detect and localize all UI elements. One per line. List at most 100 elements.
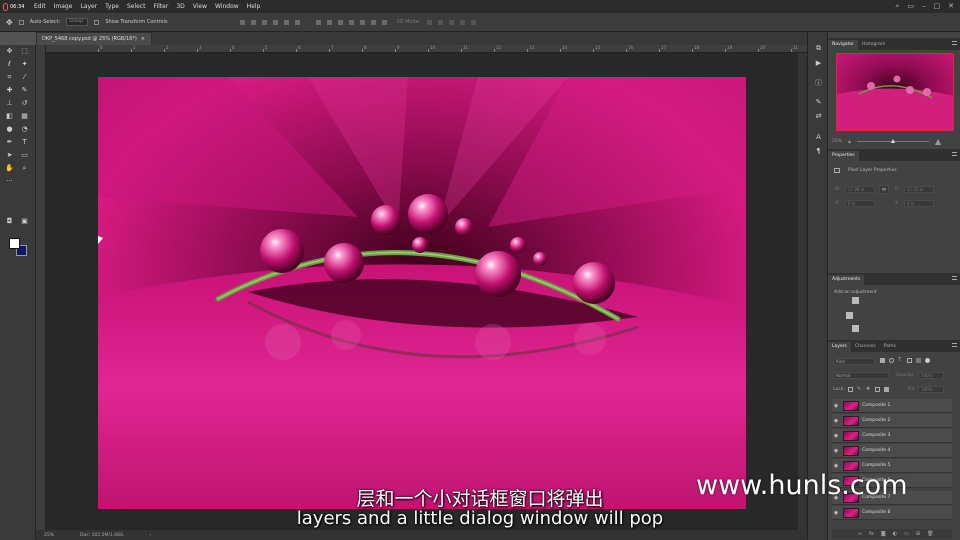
- magic-wand-tool-icon[interactable]: ✦: [20, 60, 29, 69]
- panel-menu-icon[interactable]: [952, 41, 957, 45]
- auto-align-icon[interactable]: [381, 19, 387, 25]
- distribute-bottom-icon[interactable]: [337, 19, 343, 25]
- slide-3d-icon[interactable]: [459, 19, 465, 25]
- align-bottom-icon[interactable]: [261, 19, 267, 25]
- lock-artboard-icon[interactable]: [875, 387, 880, 392]
- distribute-top-icon[interactable]: [315, 19, 321, 25]
- search-icon[interactable]: ⌕: [895, 2, 899, 11]
- path-selection-tool-icon[interactable]: ➤: [5, 151, 14, 160]
- link-icon[interactable]: ∞: [879, 185, 889, 194]
- shape-tool-icon[interactable]: ▭: [20, 151, 29, 160]
- character-panel-icon[interactable]: A: [814, 133, 823, 142]
- document-tab[interactable]: DKP_5468 copy.psd @ 25% (RGB/16*) ×: [36, 32, 152, 45]
- status-arrow-icon[interactable]: ›: [149, 533, 151, 538]
- paragraph-panel-icon[interactable]: ¶: [814, 147, 823, 156]
- foreground-color-swatch[interactable]: [9, 238, 20, 249]
- add-mask-icon[interactable]: ◙: [881, 531, 886, 537]
- tab-histogram[interactable]: Histogram: [858, 40, 889, 50]
- quick-mask-icon[interactable]: ◘: [5, 217, 14, 226]
- layer-row[interactable]: ◉ Composite 2: [832, 414, 952, 428]
- brush-presets-icon[interactable]: ⇄: [814, 112, 823, 121]
- fx-icon[interactable]: fx: [869, 531, 874, 537]
- filter-pixel-icon[interactable]: [880, 358, 885, 363]
- eye-icon[interactable]: ◉: [832, 403, 840, 409]
- tab-properties[interactable]: Properties: [828, 151, 859, 161]
- tab-channels[interactable]: Channels: [851, 342, 880, 352]
- history-brush-tool-icon[interactable]: ↺: [20, 99, 29, 108]
- new-adjustment-icon[interactable]: ◐: [893, 531, 897, 537]
- navigator-zoom-slider[interactable]: [857, 138, 930, 143]
- document-canvas[interactable]: [98, 77, 746, 509]
- menu-layer[interactable]: Layer: [76, 0, 101, 13]
- y-field[interactable]: 0 in: [904, 200, 934, 207]
- layer-filter-kind[interactable]: Kind: [833, 358, 875, 365]
- workspace-icon[interactable]: ▭: [907, 2, 914, 11]
- eye-icon[interactable]: ◉: [832, 433, 840, 439]
- eyedropper-tool-icon[interactable]: ⁄: [20, 73, 29, 82]
- panel-menu-icon[interactable]: [952, 276, 957, 280]
- menu-3d[interactable]: 3D: [172, 0, 188, 13]
- lock-all-icon[interactable]: [884, 387, 889, 392]
- layer-row[interactable]: ◉ Composite 1: [832, 399, 952, 413]
- clone-stamp-tool-icon[interactable]: ⊥: [5, 99, 14, 108]
- menu-type[interactable]: Type: [101, 0, 123, 13]
- link-layers-icon[interactable]: ∞: [858, 531, 862, 537]
- delete-layer-icon[interactable]: 🗑: [927, 531, 933, 537]
- orbit-3d-icon[interactable]: [426, 19, 432, 25]
- brush-panel-icon[interactable]: ✎: [814, 98, 823, 107]
- gradient-tool-icon[interactable]: ▦: [20, 112, 29, 121]
- zoom-level[interactable]: 25%: [44, 533, 54, 538]
- opacity-field[interactable]: 100%: [918, 372, 944, 379]
- drag-3d-icon[interactable]: [448, 19, 454, 25]
- menu-help[interactable]: Help: [243, 0, 265, 13]
- distribute-left-icon[interactable]: [348, 19, 354, 25]
- lock-position-icon[interactable]: ✥: [866, 387, 871, 392]
- menu-image[interactable]: Image: [50, 0, 77, 13]
- tab-paths[interactable]: Paths: [880, 342, 900, 352]
- hand-tool-icon[interactable]: ✋: [5, 164, 14, 173]
- distribute-hcenter-icon[interactable]: [359, 19, 365, 25]
- auto-select-dropdown[interactable]: Group: [66, 18, 89, 26]
- filter-adjustment-icon[interactable]: [889, 358, 894, 363]
- menu-edit[interactable]: Edit: [30, 0, 50, 13]
- roll-3d-icon[interactable]: [437, 19, 443, 25]
- canvas-scrollbar[interactable]: [798, 53, 807, 530]
- lasso-tool-icon[interactable]: ℓ: [5, 60, 14, 69]
- navigator-zoom-value[interactable]: 25%: [832, 139, 842, 144]
- tab-adjustments[interactable]: Adjustments: [828, 275, 865, 285]
- ps-logo[interactable]: 06:34: [0, 0, 30, 13]
- blend-mode-dropdown[interactable]: Normal: [833, 372, 889, 379]
- menu-filter[interactable]: Filter: [149, 0, 172, 13]
- new-group-icon[interactable]: ▭: [904, 531, 909, 537]
- filter-type-icon[interactable]: T: [898, 358, 903, 363]
- eraser-tool-icon[interactable]: ◧: [5, 112, 14, 121]
- marquee-tool-icon[interactable]: ⬚: [20, 47, 29, 56]
- brush-tool-icon[interactable]: ✎: [20, 86, 29, 95]
- new-layer-icon[interactable]: ⊞: [916, 531, 920, 537]
- healing-brush-tool-icon[interactable]: ✚: [5, 86, 14, 95]
- layer-row[interactable]: ◉ Composite 3: [832, 429, 952, 443]
- align-hcenter-icon[interactable]: [283, 19, 289, 25]
- auto-select-checkbox[interactable]: [18, 19, 24, 25]
- panel-menu-icon[interactable]: [952, 152, 957, 156]
- menu-window[interactable]: Window: [211, 0, 243, 13]
- blur-tool-icon[interactable]: ●: [5, 125, 14, 134]
- align-top-icon[interactable]: [239, 19, 245, 25]
- menu-select[interactable]: Select: [123, 0, 150, 13]
- width-field[interactable]: 17.28 in: [845, 186, 875, 193]
- crop-tool-icon[interactable]: ⌗: [5, 73, 14, 82]
- move-tool-icon[interactable]: ✥: [5, 47, 14, 56]
- move-tool-icon[interactable]: ✥: [6, 18, 13, 27]
- filter-toggle-icon[interactable]: [925, 358, 930, 363]
- actions-panel-icon[interactable]: ▶: [814, 59, 823, 68]
- minimize-icon[interactable]: –: [922, 2, 926, 11]
- tab-navigator[interactable]: Navigator: [828, 40, 859, 50]
- panel-menu-icon[interactable]: [952, 343, 957, 347]
- type-tool-icon[interactable]: T: [20, 138, 29, 147]
- filter-smart-icon[interactable]: [916, 358, 921, 363]
- align-left-icon[interactable]: [272, 19, 278, 25]
- transform-controls-checkbox[interactable]: [94, 19, 100, 25]
- align-right-icon[interactable]: [294, 19, 300, 25]
- layer-row[interactable]: ◉ Composite 4: [832, 444, 952, 458]
- screen-mode-icon[interactable]: ▣: [20, 217, 29, 226]
